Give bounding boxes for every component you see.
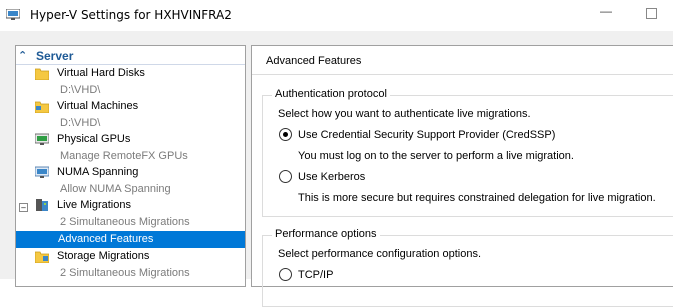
folder-vm-icon [35, 101, 49, 113]
credssp-label[interactable]: Use Credential Security Support Provider… [298, 129, 555, 141]
dialog-body: ⌃ Server Virtual Hard Disks D:\VHD\ Virt… [0, 31, 673, 307]
minimize-icon[interactable]: — [600, 4, 612, 18]
tree-item-virtual-machines[interactable]: Virtual Machines [16, 99, 245, 115]
tree-item-sub: Manage RemoteFX GPUs [60, 150, 188, 162]
credssp-note: You must log on to the server to perform… [298, 150, 574, 162]
group-title: Authentication protocol [272, 88, 390, 100]
tree-item-label: NUMA Spanning [57, 166, 139, 178]
tree-item-sub: 2 Simultaneous Migrations [60, 216, 190, 228]
tree-item-label: Advanced Features [58, 233, 154, 245]
tree-item-physical-gpus[interactable]: Physical GPUs [16, 132, 245, 148]
section-label: Server [36, 49, 74, 63]
tree-item-live-migrations[interactable]: Live Migrations [16, 198, 245, 214]
maximize-icon[interactable] [646, 8, 657, 19]
collapse-chevron-icon[interactable]: ⌃ [18, 49, 27, 62]
kerberos-radio[interactable] [279, 170, 292, 183]
tcpip-label[interactable]: TCP/IP [298, 269, 333, 281]
tree-item-label: Virtual Hard Disks [57, 67, 145, 79]
tree-item-virtual-hard-disks[interactable]: Virtual Hard Disks [16, 66, 245, 82]
auth-description: Select how you want to authenticate live… [278, 108, 531, 120]
auth-protocol-group: Authentication protocol Select how you w… [262, 88, 673, 217]
tcpip-radio[interactable] [279, 268, 292, 281]
tree-item-label: Storage Migrations [57, 250, 150, 262]
settings-panel: Advanced Features Authentication protoco… [251, 45, 673, 307]
kerberos-note: This is more secure but requires constra… [298, 192, 656, 204]
numa-icon [35, 166, 49, 178]
tree-item-label: Live Migrations [57, 199, 131, 211]
window-title: Hyper-V Settings for HXHVINFRA2 [30, 8, 232, 22]
storage-migration-icon [35, 251, 49, 263]
tree-item-sub: 2 Simultaneous Migrations [60, 267, 190, 279]
group-title: Performance options [272, 228, 380, 240]
tree-item-sub: D:\VHD\ [60, 84, 101, 96]
hyperv-app-icon [6, 9, 20, 20]
tree-item-storage-migrations[interactable]: Storage Migrations [16, 249, 245, 265]
tree-item-numa-spanning[interactable]: NUMA Spanning [16, 165, 245, 181]
credssp-radio[interactable] [279, 128, 292, 141]
performance-options-group: Performance options Select performance c… [262, 228, 673, 307]
settings-tree: ⌃ Server Virtual Hard Disks D:\VHD\ Virt… [15, 45, 246, 287]
tree-item-sub: Allow NUMA Spanning [60, 183, 171, 195]
panel-divider [252, 74, 673, 75]
live-migration-icon [36, 199, 48, 211]
tree-item-label: Virtual Machines [57, 100, 139, 112]
tree-item-sub: D:\VHD\ [60, 117, 101, 129]
panel-title: Advanced Features [266, 55, 362, 67]
title-bar: Hyper-V Settings for HXHVINFRA2 — [0, 0, 673, 31]
tree-item-label: Physical GPUs [57, 133, 131, 145]
kerberos-label[interactable]: Use Kerberos [298, 171, 365, 183]
gpu-icon [35, 133, 49, 145]
tree-item-advanced-features[interactable]: Advanced Features [16, 231, 245, 248]
tree-section-server[interactable]: ⌃ Server [16, 48, 245, 65]
performance-description: Select performance configuration options… [278, 248, 482, 260]
folder-icon [35, 68, 49, 80]
